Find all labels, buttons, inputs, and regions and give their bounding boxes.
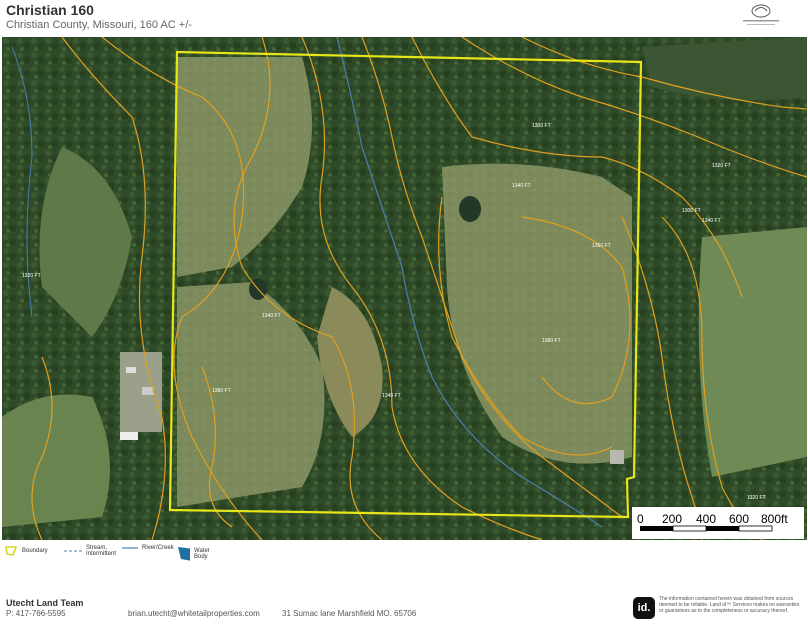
legend-water-body: Water Body (176, 545, 216, 563)
field-area (2, 394, 110, 527)
building (120, 432, 138, 440)
contour-label: 1340 FT (512, 183, 531, 189)
water-body-icon (178, 547, 190, 561)
contour-label: 1340 FT (262, 313, 281, 319)
phone-number[interactable]: P: 417-766-5595 (6, 609, 66, 618)
river-icon (122, 547, 138, 549)
page-title: Christian 160 (6, 2, 94, 18)
scale-tick: 200 (662, 512, 683, 526)
legend-label: Boundary (22, 548, 48, 554)
contour-label: 1340 FT (702, 218, 721, 224)
pond (459, 196, 481, 222)
scale-tick: 800ft (761, 512, 788, 526)
scale-bar: 0 200 400 600 800ft (632, 507, 804, 539)
contour-label: 1320 FT (712, 163, 731, 169)
contour-label: 1380 FT (542, 338, 561, 344)
contour-label: 1380 FT (212, 388, 231, 394)
building (126, 367, 136, 373)
footer: Utecht Land Team P: 417-766-5595 brian.u… (0, 590, 808, 624)
team-name: Utecht Land Team (6, 598, 84, 608)
scale-tick: 400 (696, 512, 717, 526)
contour-label: 1360 FT (592, 243, 611, 249)
disclaimer: The information contained herein was obt… (659, 596, 800, 614)
legend-label: Water Body (194, 548, 210, 560)
legend-river: River/Creek (122, 545, 174, 551)
brand-logo (735, 0, 787, 30)
legend-label: River/Creek (142, 545, 174, 551)
field-area (698, 227, 807, 477)
boundary-icon (5, 546, 18, 556)
aerial-map[interactable]: 1380 FT 1380 FT 1340 FT 1320 FT 1300 FT … (2, 37, 807, 540)
email-link[interactable]: brian.utecht@whitetailproperties.com (128, 609, 260, 618)
contour-label: 1320 FT (747, 495, 766, 501)
page-subtitle: Christian County, Missouri, 160 AC +/- (6, 19, 192, 31)
building (610, 450, 624, 464)
contour-label: 1300 FT (532, 123, 551, 129)
legend-stream: Stream, Intermittent (64, 545, 120, 557)
legend-boundary: Boundary (4, 545, 48, 557)
scale-tick: 600 (729, 512, 750, 526)
contour-label: 1340 FT (382, 393, 401, 399)
land-id-logo: id. (633, 597, 655, 619)
contour-label: 1320 FT (22, 273, 41, 279)
stream-icon (64, 550, 82, 552)
farm-compound (120, 352, 162, 432)
contour-label: 1300 FT (682, 208, 701, 214)
scale-tick: 0 (637, 512, 644, 526)
legend-label: Stream, Intermittent (86, 545, 117, 557)
field-area (642, 37, 807, 101)
address: 31 Sumac lane Marshfield MO. 65706 (282, 609, 417, 618)
woodland-area (2, 37, 807, 540)
